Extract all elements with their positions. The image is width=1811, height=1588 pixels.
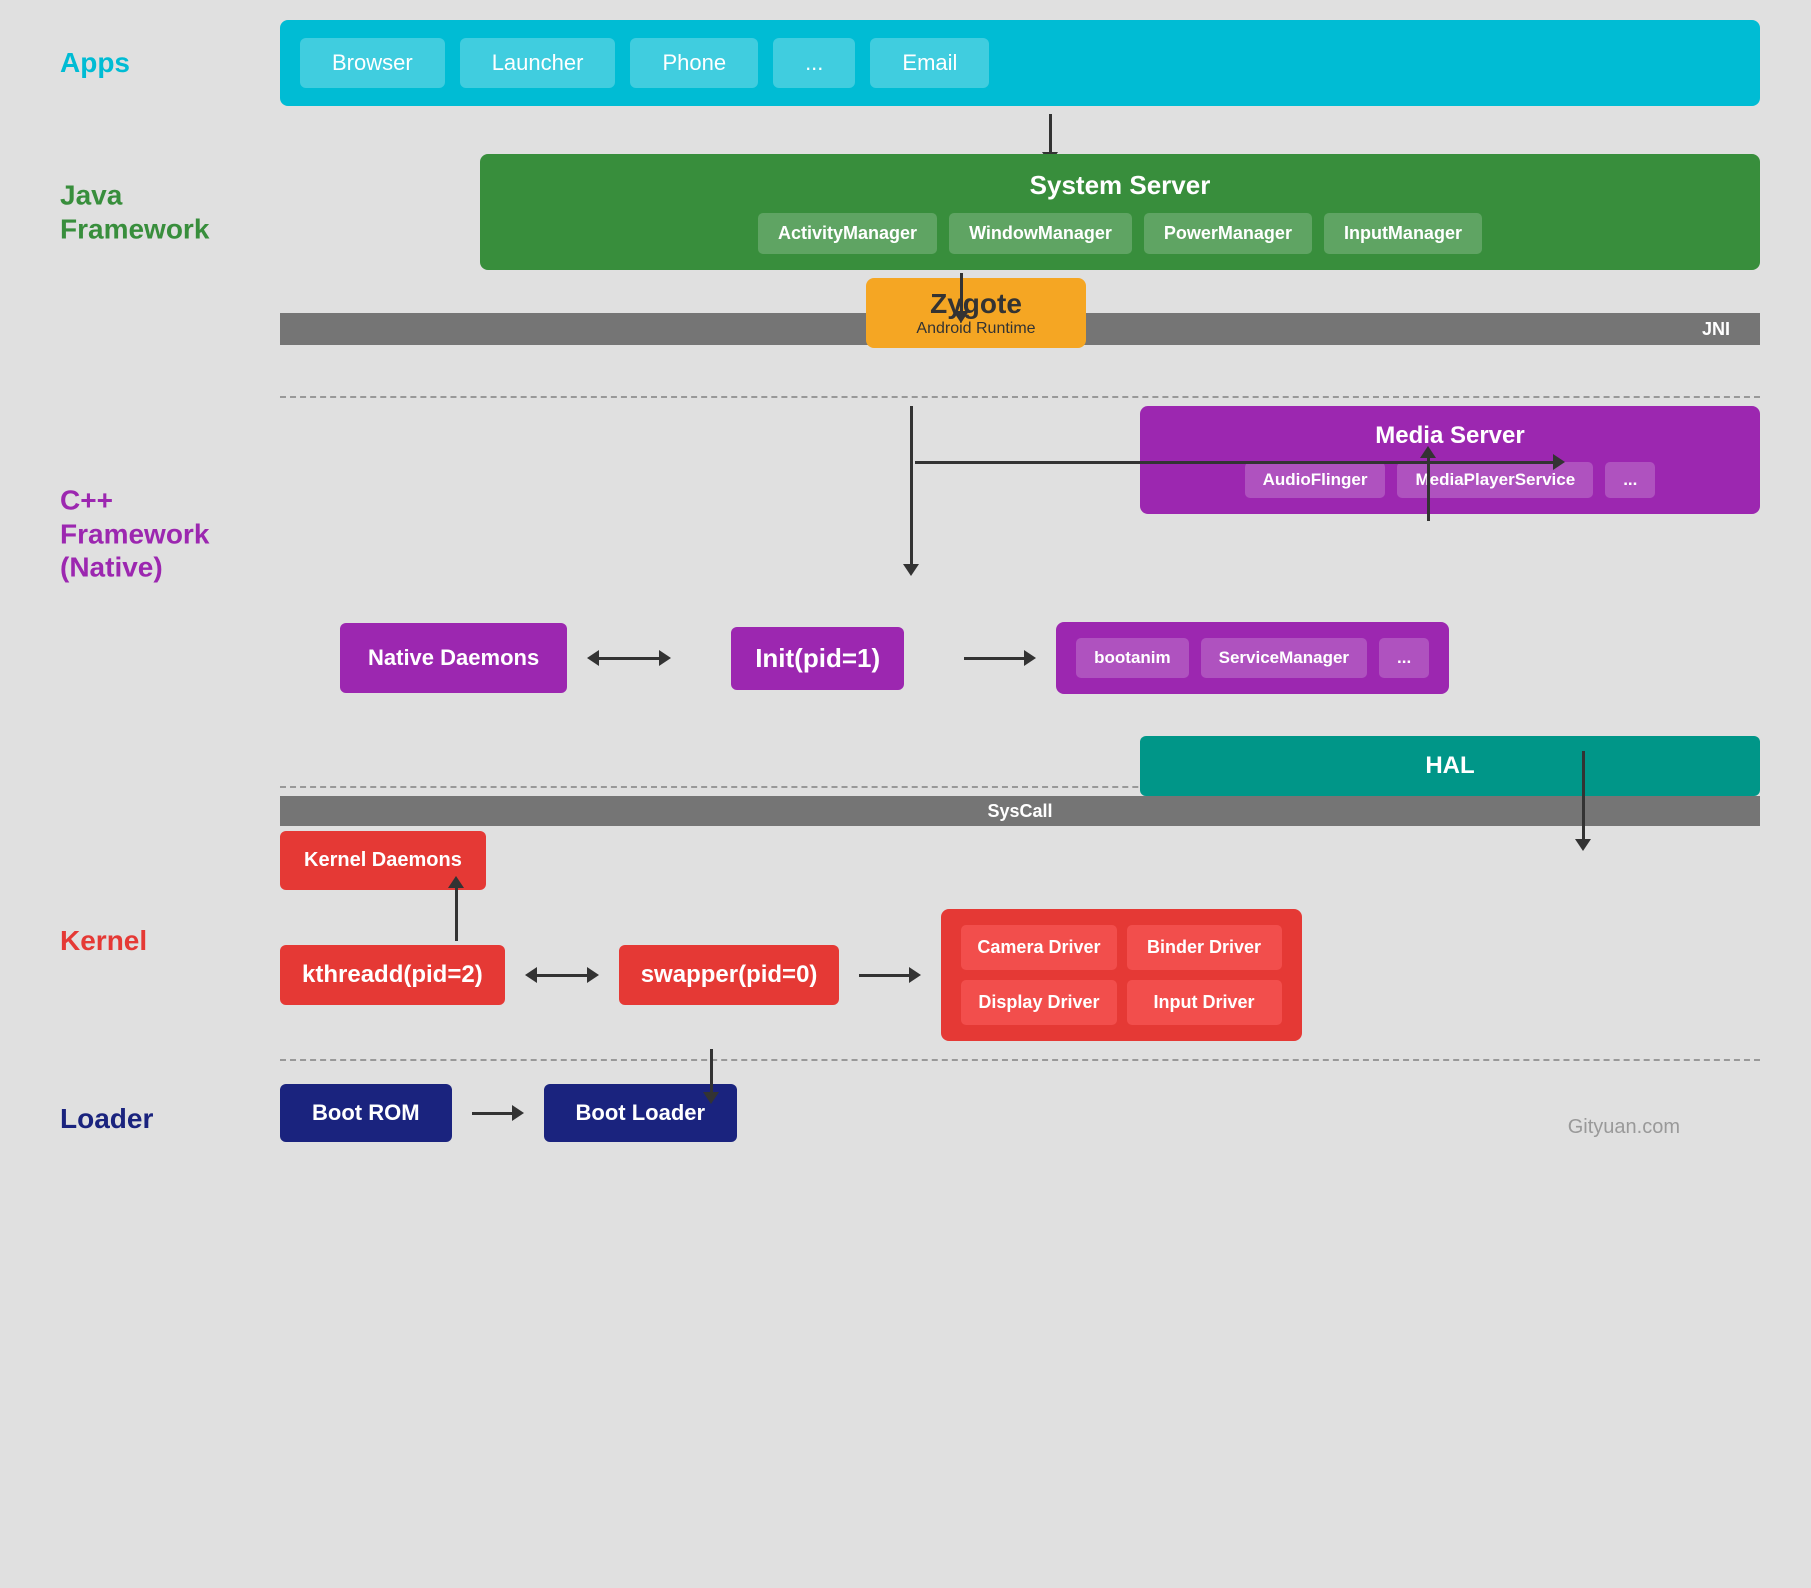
zygote-subtitle: Android Runtime xyxy=(896,320,1056,338)
apps-bar: Browser Launcher Phone ... Email xyxy=(280,20,1760,106)
arrow-init-mediaserver xyxy=(1427,456,1430,521)
java-content: System Server ActivityManager WindowMana… xyxy=(280,154,1760,270)
arrow-to-mediaserver xyxy=(915,461,1555,464)
swapper-box: swapper(pid=0) xyxy=(619,945,840,1005)
hal-box: HAL xyxy=(1140,736,1760,796)
services-box: bootanim ServiceManager ... xyxy=(1056,622,1449,694)
kernel-label: Kernel xyxy=(60,924,260,958)
arrow-kthreadd-up xyxy=(455,886,458,941)
main-diagram: Apps Browser Launcher Phone ... Email Ja… xyxy=(0,0,1811,1588)
divider-kernel-loader xyxy=(280,1059,1760,1061)
native-daemons-box: Native Daemons xyxy=(340,623,567,693)
system-server-box: System Server ActivityManager WindowMana… xyxy=(480,154,1760,270)
system-server-title: System Server xyxy=(504,170,1736,201)
svc-bootanim: bootanim xyxy=(1076,638,1189,678)
arrow-apps-to-ss xyxy=(280,114,1760,154)
media-server-items: AudioFlinger MediaPlayerService ... xyxy=(1164,462,1736,498)
arrow-zygote-init xyxy=(910,406,913,566)
svc-ellipsis: ... xyxy=(1379,638,1429,678)
app-launcher: Launcher xyxy=(460,38,616,88)
kernel-content: Kernel Daemons kthreadd(pid=2) xyxy=(280,831,1760,1051)
syscall-bar: SysCall xyxy=(280,796,1760,826)
arrow-swapper-drivers xyxy=(859,967,921,983)
cpp-label: C++ Framework (Native) xyxy=(60,484,260,585)
app-browser: Browser xyxy=(300,38,445,88)
kthreadd-box: kthreadd(pid=2) xyxy=(280,945,505,1005)
init-row: Native Daemons Init(pid=1) xyxy=(280,622,1760,706)
syscall-wrapper: SysCall xyxy=(280,796,1760,826)
kernel-layer: Kernel Kernel Daemons xyxy=(60,831,1760,1051)
arrow-hal-drivers xyxy=(1582,751,1585,841)
drivers-box: Camera Driver Binder Driver Display Driv… xyxy=(941,909,1301,1041)
ms-audioflinger: AudioFlinger xyxy=(1245,462,1386,498)
init-box: Init(pid=1) xyxy=(731,627,904,690)
arrow-ss-zygote xyxy=(960,273,963,313)
driver-input: Input Driver xyxy=(1127,980,1282,1025)
arrow-init-services xyxy=(964,650,1036,666)
hal-box-wrapper: HAL xyxy=(1140,726,1760,796)
ss-activity: ActivityManager xyxy=(758,213,937,254)
ss-window: WindowManager xyxy=(949,213,1132,254)
media-server-box: Media Server AudioFlinger MediaPlayerSer… xyxy=(1140,406,1760,514)
svc-servicemanager: ServiceManager xyxy=(1201,638,1367,678)
driver-camera: Camera Driver xyxy=(961,925,1116,970)
kernel-bottom-row: kthreadd(pid=2) swapper(pid=0) xyxy=(280,909,1760,1041)
arrow-daemons-init xyxy=(587,650,671,666)
ss-power: PowerManager xyxy=(1144,213,1312,254)
system-server-items: ActivityManager WindowManager PowerManag… xyxy=(504,213,1736,254)
arrow-swapper-down xyxy=(710,1049,713,1094)
apps-layer: Apps Browser Launcher Phone ... Email xyxy=(60,20,1760,106)
boot-rom-box: Boot ROM xyxy=(280,1084,452,1142)
app-email: Email xyxy=(870,38,989,88)
driver-binder: Binder Driver xyxy=(1127,925,1282,970)
zygote-title: Zygote xyxy=(896,288,1056,320)
zygote-box: Zygote Android Runtime xyxy=(866,278,1086,348)
watermark: Gityuan.com xyxy=(1568,1116,1680,1139)
arrow-bootrom-bootloader xyxy=(472,1105,524,1121)
divider-java-native xyxy=(280,396,1760,398)
apps-content: Browser Launcher Phone ... Email xyxy=(280,20,1760,106)
driver-display: Display Driver xyxy=(961,980,1116,1025)
apps-label: Apps xyxy=(60,46,260,80)
ms-ellipsis: ... xyxy=(1605,462,1655,498)
java-layer: Java Framework System Server ActivityMan… xyxy=(60,154,1760,270)
loader-layer: Loader Boot ROM xyxy=(60,1069,1760,1169)
java-label: Java Framework xyxy=(60,178,260,245)
media-server-title: Media Server xyxy=(1164,422,1736,450)
app-phone: Phone xyxy=(630,38,758,88)
jni-layer: JNI Zygote Android Runtime xyxy=(60,278,1760,388)
arrow-kthreadd-swapper xyxy=(525,967,599,983)
loader-content: Boot ROM Boot Loader xyxy=(280,1084,1760,1142)
loader-label: Loader xyxy=(60,1102,260,1136)
jni-label: JNI xyxy=(1702,319,1730,340)
native-content: Media Server AudioFlinger MediaPlayerSer… xyxy=(280,406,1760,726)
native-layer: C++ Framework (Native) Media Server Audi… xyxy=(60,406,1760,726)
ss-input: InputManager xyxy=(1324,213,1482,254)
app-ellipsis: ... xyxy=(773,38,855,88)
